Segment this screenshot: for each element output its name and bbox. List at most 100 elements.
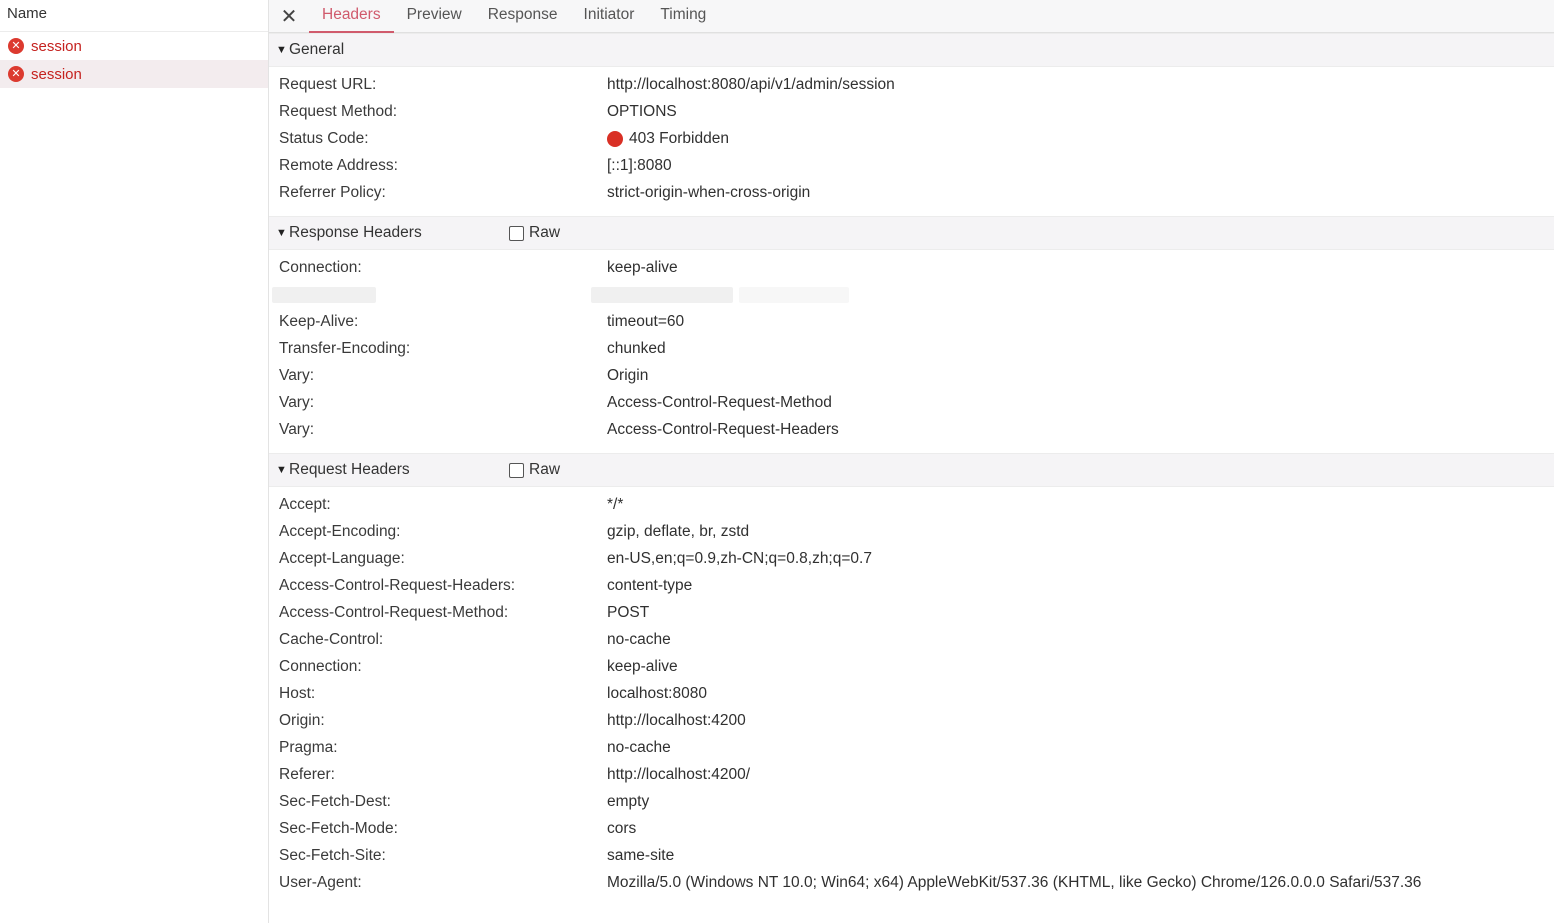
header-value: */* xyxy=(607,495,624,513)
redacted-block xyxy=(591,287,733,303)
header-row: Origin: http://localhost:4200 xyxy=(269,707,1554,734)
raw-toggle[interactable]: Raw xyxy=(509,224,560,242)
header-key: Sec-Fetch-Mode: xyxy=(279,819,398,837)
header-row: Host: localhost:8080 xyxy=(269,680,1554,707)
header-value: [::1]:8080 xyxy=(607,156,672,174)
header-key: Keep-Alive: xyxy=(279,312,359,330)
response-headers-section-header[interactable]: ▼ Response Headers Raw xyxy=(269,216,1554,250)
header-value: OPTIONS xyxy=(607,102,677,120)
header-value: keep-alive xyxy=(607,657,678,675)
section-title: Response Headers xyxy=(289,224,422,241)
request-headers-section-header[interactable]: ▼ Request Headers Raw xyxy=(269,453,1554,487)
header-key: Pragma: xyxy=(279,738,338,756)
header-row: Connection: keep-alive xyxy=(269,653,1554,680)
header-row: Access-Control-Request-Method: POST xyxy=(269,599,1554,626)
header-row: Sec-Fetch-Mode: cors xyxy=(269,815,1554,842)
header-value: gzip, deflate, br, zstd xyxy=(607,522,750,540)
header-value: en-US,en;q=0.9,zh-CN;q=0.8,zh;q=0.7 xyxy=(607,549,872,567)
header-row: Accept: */* xyxy=(269,491,1554,518)
raw-toggle[interactable]: Raw xyxy=(509,461,560,479)
header-key: User-Agent: xyxy=(279,873,362,891)
raw-checkbox[interactable] xyxy=(509,462,524,478)
header-row: Request Method: OPTIONS xyxy=(269,98,1554,125)
header-key: Accept: xyxy=(279,495,331,513)
header-value: http://localhost:4200/ xyxy=(607,765,751,783)
request-details-pane: ✕ Headers Preview Response Initiator Tim… xyxy=(269,0,1554,923)
header-value: Origin xyxy=(607,366,649,384)
header-row: Cache-Control: no-cache xyxy=(269,626,1554,653)
general-rows: Request URL: http://localhost:8080/api/v… xyxy=(269,67,1554,216)
redacted-block xyxy=(272,287,376,303)
header-value: Access-Control-Request-Method xyxy=(607,393,832,411)
status-value: 403 Forbidden xyxy=(607,130,729,148)
header-row: Pragma: no-cache xyxy=(269,734,1554,761)
header-row: Access-Control-Request-Headers: content-… xyxy=(269,572,1554,599)
error-circle-icon: ✕ xyxy=(8,38,24,54)
tab-preview[interactable]: Preview xyxy=(394,0,475,32)
devtools-network-panel: Name ✕ session ✕ session ✕ Headers Previ… xyxy=(0,0,1554,923)
header-key: Sec-Fetch-Site: xyxy=(279,846,386,864)
name-column-header[interactable]: Name xyxy=(0,0,268,32)
section-title: Request Headers xyxy=(289,461,410,478)
error-circle-icon: ✕ xyxy=(8,66,24,82)
request-list-pane: Name ✕ session ✕ session xyxy=(0,0,269,923)
header-key: Vary: xyxy=(279,393,315,411)
tab-response[interactable]: Response xyxy=(475,0,571,32)
request-name: session xyxy=(31,65,82,83)
raw-label: Raw xyxy=(529,461,561,478)
header-value: same-site xyxy=(607,846,675,864)
tab-initiator[interactable]: Initiator xyxy=(571,0,648,32)
status-dot-icon xyxy=(607,130,623,147)
header-value: no-cache xyxy=(607,630,671,648)
header-key: Request Method: xyxy=(279,102,398,120)
general-section-header[interactable]: ▼ General xyxy=(269,33,1554,67)
tab-timing[interactable]: Timing xyxy=(647,0,719,32)
header-key: Connection: xyxy=(279,258,362,276)
header-key: Vary: xyxy=(279,366,315,384)
redacted-block xyxy=(739,287,849,303)
header-row: Request URL: http://localhost:8080/api/v… xyxy=(269,71,1554,98)
details-tabbar: ✕ Headers Preview Response Initiator Tim… xyxy=(269,0,1554,33)
request-row[interactable]: ✕ session xyxy=(0,32,268,60)
header-key: Vary: xyxy=(279,420,315,438)
triangle-down-icon: ▼ xyxy=(276,464,287,476)
header-key: Access-Control-Request-Headers: xyxy=(279,576,516,594)
header-value: no-cache xyxy=(607,738,671,756)
header-value: POST xyxy=(607,603,650,621)
header-value: strict-origin-when-cross-origin xyxy=(607,183,811,201)
header-key: Accept-Encoding: xyxy=(279,522,401,540)
header-row: Vary: Access-Control-Request-Headers xyxy=(269,416,1554,443)
header-row: Keep-Alive: timeout=60 xyxy=(269,308,1554,335)
header-row: Status Code: 403 Forbidden xyxy=(269,125,1554,152)
raw-label: Raw xyxy=(529,224,561,241)
raw-checkbox[interactable] xyxy=(509,225,524,241)
header-row: Transfer-Encoding: chunked xyxy=(269,335,1554,362)
header-value: http://localhost:4200 xyxy=(607,711,746,729)
request-row-selected[interactable]: ✕ session xyxy=(0,60,268,88)
header-row: Accept-Language: en-US,en;q=0.9,zh-CN;q=… xyxy=(269,545,1554,572)
header-row: Vary: Origin xyxy=(269,362,1554,389)
close-icon[interactable]: ✕ xyxy=(269,0,309,32)
tab-headers[interactable]: Headers xyxy=(309,0,394,33)
request-header-rows: Accept: */* Accept-Encoding: gzip, defla… xyxy=(269,487,1554,906)
header-key: Connection: xyxy=(279,657,362,675)
header-key: Referrer Policy: xyxy=(279,183,386,201)
header-value: content-type xyxy=(607,576,693,594)
header-row: User-Agent: Mozilla/5.0 (Windows NT 10.0… xyxy=(269,869,1554,896)
header-key: Remote Address: xyxy=(279,156,398,174)
request-name: session xyxy=(31,37,82,55)
triangle-down-icon: ▼ xyxy=(276,227,287,239)
header-key: Origin: xyxy=(279,711,325,729)
header-row: Remote Address: [::1]:8080 xyxy=(269,152,1554,179)
response-header-rows: Connection: keep-alive Keep-Alive: timeo… xyxy=(269,250,1554,453)
section-title: General xyxy=(289,41,345,58)
header-key: Host: xyxy=(279,684,316,702)
header-row: Referrer Policy: strict-origin-when-cros… xyxy=(269,179,1554,206)
triangle-down-icon: ▼ xyxy=(276,44,287,56)
header-key: Request URL: xyxy=(279,75,377,93)
header-value: timeout=60 xyxy=(607,312,685,330)
header-value: keep-alive xyxy=(607,258,678,276)
header-value: cors xyxy=(607,819,637,837)
header-key: Transfer-Encoding: xyxy=(279,339,411,357)
header-value: Mozilla/5.0 (Windows NT 10.0; Win64; x64… xyxy=(607,873,1422,891)
